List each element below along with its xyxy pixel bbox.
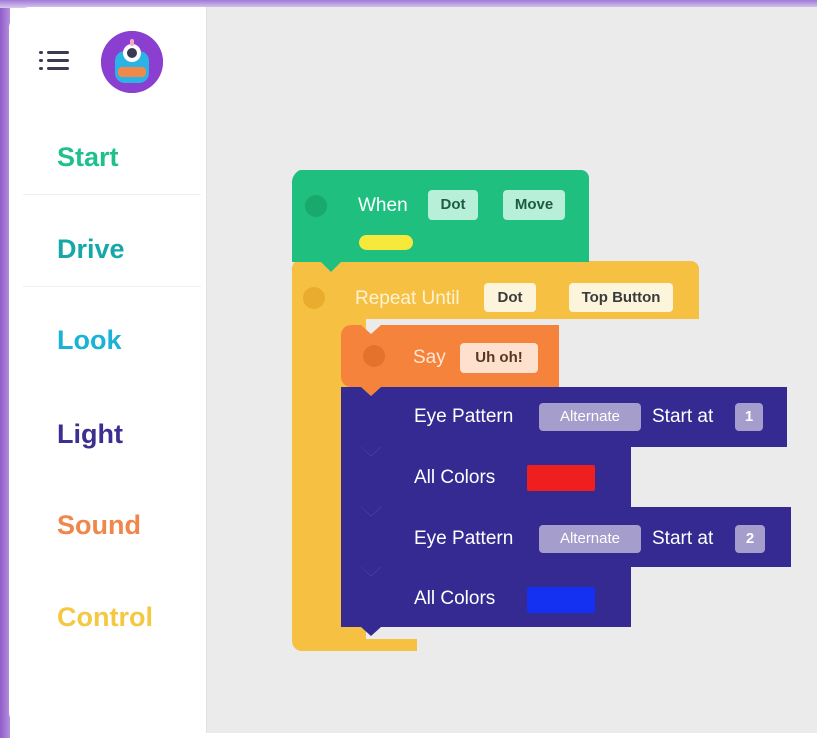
say-phrase-select[interactable]: Uh oh!	[460, 343, 538, 373]
code-workspace[interactable]: Repeat Until Dot Top Button When Dot Mov…	[206, 7, 817, 733]
category-sidebar: Start Drive Look Light Sound Control	[9, 7, 206, 733]
condition-select[interactable]: Top Button	[569, 283, 673, 312]
color-swatch[interactable]	[527, 587, 595, 613]
app-window: Start Drive Look Light Sound Control Rep…	[9, 7, 817, 733]
drag-handle[interactable]	[363, 345, 385, 367]
all-colors-block[interactable]: All Colors	[341, 447, 631, 516]
color-swatch[interactable]	[527, 465, 595, 491]
divider	[23, 286, 201, 287]
divider	[23, 194, 201, 195]
all-colors-label: All Colors	[414, 588, 496, 609]
pattern-select[interactable]: Alternate	[539, 403, 641, 431]
sidebar-item-light[interactable]: Light	[57, 419, 123, 450]
sidebar-item-look[interactable]: Look	[57, 325, 122, 356]
sidebar-item-sound[interactable]: Sound	[57, 510, 141, 541]
robot-select[interactable]: Dot	[428, 190, 478, 220]
start-color-swatch[interactable]	[359, 235, 413, 250]
when-label: When	[358, 195, 408, 216]
start-at-select[interactable]: 2	[735, 525, 765, 553]
start-at-label: Start at	[652, 406, 714, 427]
all-colors-block[interactable]: All Colors	[341, 567, 631, 636]
eye-pattern-label: Eye Pattern	[414, 406, 514, 427]
say-label: Say	[413, 347, 446, 368]
sidebar-item-drive[interactable]: Drive	[57, 234, 125, 265]
drag-handle[interactable]	[303, 287, 325, 309]
pattern-select[interactable]: Alternate	[539, 525, 641, 553]
eye-pattern-block[interactable]: Eye Pattern Alternate Start at 2	[341, 507, 791, 576]
when-block[interactable]: When Dot Move	[286, 170, 589, 272]
repeat-until-label: Repeat Until	[355, 288, 460, 309]
all-colors-label: All Colors	[414, 467, 496, 488]
sidebar-item-control[interactable]: Control	[57, 602, 153, 633]
app-frame: Start Drive Look Light Sound Control Rep…	[0, 0, 817, 738]
say-block[interactable]: Say Uh oh!	[341, 325, 559, 396]
start-at-select[interactable]: 1	[735, 403, 763, 431]
start-at-label: Start at	[652, 528, 714, 549]
eye-pattern-block[interactable]: Eye Pattern Alternate Start at 1	[341, 387, 787, 456]
drag-handle[interactable]	[305, 195, 327, 217]
eye-pattern-label: Eye Pattern	[414, 528, 514, 549]
robot-select[interactable]: Dot	[484, 283, 536, 312]
dot-robot-avatar-icon[interactable]	[101, 31, 163, 93]
sidebar-item-start[interactable]: Start	[57, 142, 119, 173]
event-select[interactable]: Move	[503, 190, 565, 220]
hamburger-menu-icon[interactable]	[39, 49, 69, 73]
